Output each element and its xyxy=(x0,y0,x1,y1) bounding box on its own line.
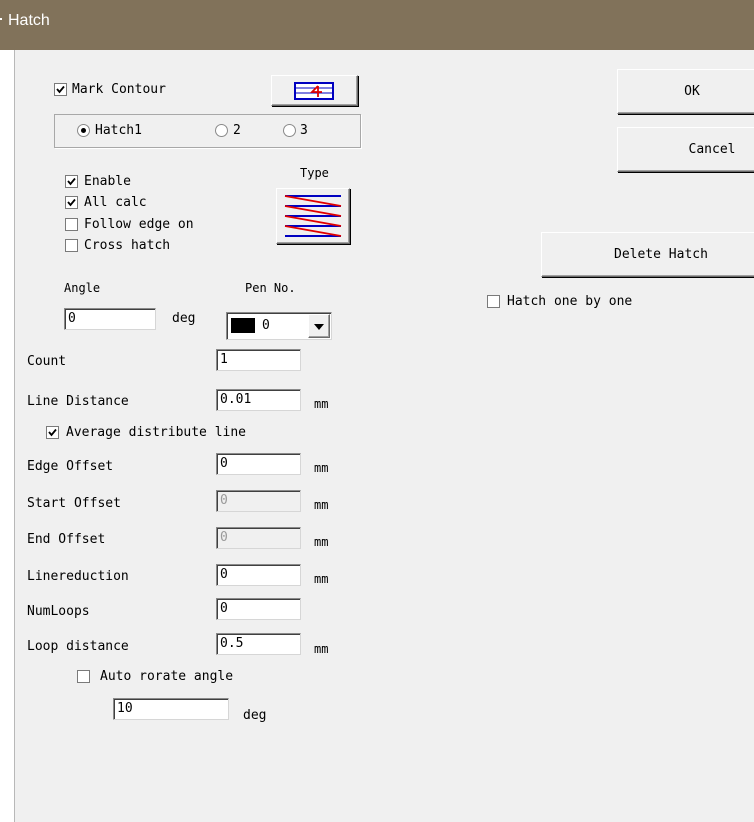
linereduction-unit: mm xyxy=(314,572,329,586)
hatch2-label: 2 xyxy=(233,123,241,138)
angle-input[interactable]: 0 xyxy=(64,308,156,330)
hatch3-radio[interactable] xyxy=(283,124,296,137)
title-bar-mark xyxy=(0,18,2,20)
average-distribute-checkbox[interactable] xyxy=(46,426,59,439)
window-title: Hatch xyxy=(8,12,50,29)
linereduction-input[interactable]: 0 xyxy=(216,564,301,586)
linereduction-label: Linereduction xyxy=(27,569,129,584)
line-distance-label: Line Distance xyxy=(27,394,129,409)
pen-label: Pen No. xyxy=(245,281,296,295)
numloops-input[interactable]: 0 xyxy=(216,598,301,620)
cross-hatch-checkbox[interactable] xyxy=(65,239,78,252)
line-distance-input[interactable]: 0.01 xyxy=(216,389,301,411)
rotate-angle-input[interactable]: 10 xyxy=(113,698,229,720)
hatch-type-button[interactable] xyxy=(276,188,350,244)
all-calc-label: All calc xyxy=(84,195,147,210)
start-offset-label: Start Offset xyxy=(27,496,121,511)
cancel-button[interactable]: Cancel xyxy=(617,127,754,172)
loop-distance-unit: mm xyxy=(314,642,329,656)
pen-number: 0 xyxy=(262,318,270,333)
hatch1-label: Hatch1 xyxy=(95,123,142,138)
count-input[interactable]: 1 xyxy=(216,349,301,371)
start-offset-input: 0 xyxy=(216,490,301,512)
checkmark-icon xyxy=(56,85,65,94)
start-offset-unit: mm xyxy=(314,498,329,512)
mark-contour-label: Mark Contour xyxy=(72,82,166,97)
average-distribute-label: Average distribute line xyxy=(66,425,247,440)
pen-dropdown-button[interactable] xyxy=(308,314,330,338)
contour-pattern-button[interactable] xyxy=(271,75,358,106)
follow-edge-checkbox[interactable] xyxy=(65,218,78,231)
hatch-one-by-one-label: Hatch one by one xyxy=(507,294,633,309)
chevron-down-icon xyxy=(314,324,324,330)
edge-offset-unit: mm xyxy=(314,461,329,475)
angle-unit: deg xyxy=(172,311,196,326)
contour-pattern-icon xyxy=(294,82,334,100)
checkmark-icon xyxy=(67,177,76,186)
end-offset-input: 0 xyxy=(216,527,301,549)
line-distance-unit: mm xyxy=(314,397,329,411)
follow-edge-label: Follow edge on xyxy=(84,217,194,232)
all-calc-checkbox[interactable] xyxy=(65,196,78,209)
dialog-left-edge xyxy=(0,50,15,822)
checkmark-icon xyxy=(48,428,57,437)
ok-button[interactable]: OK xyxy=(617,69,754,114)
enable-label: Enable xyxy=(84,174,131,189)
loop-distance-label: Loop distance xyxy=(27,639,129,654)
numloops-label: NumLoops xyxy=(27,604,90,619)
angle-label: Angle xyxy=(64,281,101,295)
mark-contour-checkbox[interactable] xyxy=(54,83,67,96)
title-bar: Hatch xyxy=(0,0,754,50)
edge-offset-label: Edge Offset xyxy=(27,459,114,474)
hatch1-radio[interactable] xyxy=(77,124,90,137)
end-offset-unit: mm xyxy=(314,535,329,549)
auto-rotate-label: Auto rorate angle xyxy=(100,669,234,684)
count-label: Count xyxy=(27,354,67,369)
enable-checkbox[interactable] xyxy=(65,175,78,188)
end-offset-label: End Offset xyxy=(27,532,106,547)
checkmark-icon xyxy=(67,198,76,207)
hatch2-radio[interactable] xyxy=(215,124,228,137)
cross-hatch-label: Cross hatch xyxy=(84,238,171,253)
hatch3-label: 3 xyxy=(300,123,308,138)
delete-hatch-button[interactable]: Delete Hatch xyxy=(541,232,754,277)
type-label: Type xyxy=(300,166,329,180)
pen-select[interactable]: 0 xyxy=(226,312,332,340)
pen-color-swatch xyxy=(231,318,255,333)
rotate-angle-unit: deg xyxy=(243,708,267,723)
hatch-type-icon xyxy=(284,195,342,237)
hatch-one-by-one-checkbox[interactable] xyxy=(487,295,500,308)
loop-distance-input[interactable]: 0.5 xyxy=(216,633,301,655)
edge-offset-input[interactable]: 0 xyxy=(216,453,301,475)
auto-rotate-checkbox[interactable] xyxy=(77,670,90,683)
